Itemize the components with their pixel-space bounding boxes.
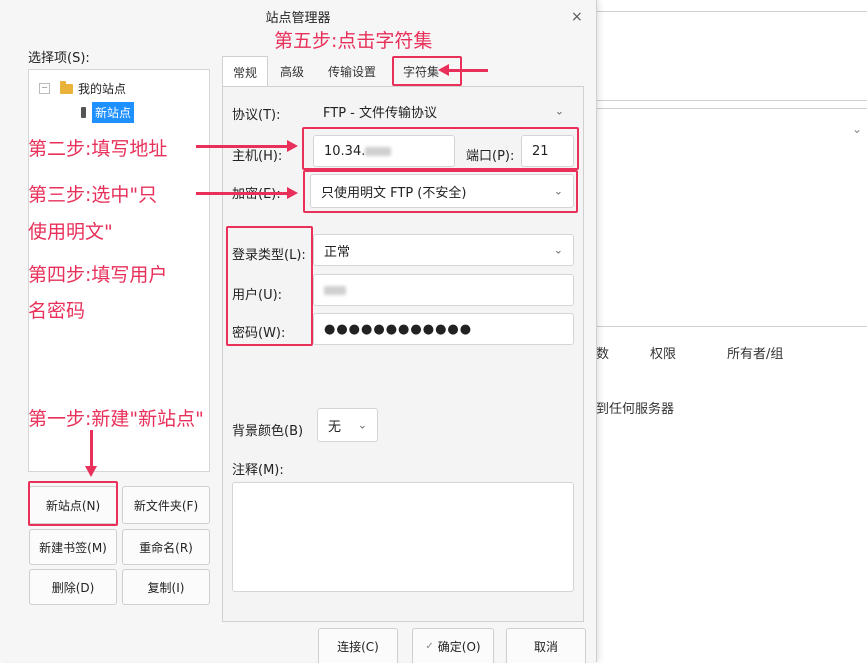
arrow-line	[448, 69, 488, 72]
arrow-line	[196, 192, 288, 195]
redacted-text	[324, 285, 346, 295]
annotation-step5: 第五步:点击字符集	[274, 30, 433, 52]
annotation-step3-line1: 第三步:选中"只	[28, 184, 158, 206]
arrow-right-icon	[287, 187, 298, 199]
password-value: ●●●●●●●●●●●●	[324, 321, 473, 337]
cancel-button[interactable]: 取消	[506, 628, 586, 663]
logon-type-value: 正常	[324, 244, 351, 260]
select-entry-label: 选择项(S):	[28, 51, 90, 66]
comments-label: 注释(M):	[232, 463, 284, 478]
comments-textarea[interactable]	[232, 482, 574, 592]
tab-transfer-settings[interactable]: 传输设置	[319, 56, 385, 86]
tree-item-label: 我的站点	[78, 82, 127, 96]
annotation-box-new-site	[28, 481, 118, 526]
new-folder-button[interactable]: 新文件夹(F)	[122, 486, 210, 524]
chevron-down-icon: ⌄	[357, 418, 367, 432]
bg-column-permissions[interactable]: 权限	[650, 343, 676, 362]
annotation-box-encryption	[303, 170, 578, 213]
tree-item-new-site[interactable]: 新站点	[81, 102, 135, 123]
copy-button[interactable]: 复制(I)	[122, 569, 210, 605]
annotation-step4-line1: 第四步:填写用户	[28, 264, 168, 286]
bg-divider	[596, 108, 867, 109]
tab-advanced[interactable]: 高级	[272, 56, 312, 86]
bg-column-owner[interactable]: 所有者/组	[727, 343, 783, 362]
tab-general[interactable]: 常规	[222, 56, 268, 87]
password-input[interactable]: ●●●●●●●●●●●●	[313, 313, 574, 345]
annotation-step2: 第二步:填写地址	[28, 138, 168, 160]
bg-column-partial: 数	[596, 347, 610, 362]
ok-label: 确定(O)	[437, 639, 481, 654]
new-bookmark-button[interactable]: 新建书签(M)	[29, 529, 117, 565]
arrow-left-icon	[438, 64, 449, 76]
arrow-line	[196, 145, 288, 148]
bg-color-label: 背景颜色(B)	[232, 424, 304, 439]
ok-button[interactable]: ✓ 确定(O)	[412, 628, 494, 663]
annotation-box-host	[302, 127, 579, 170]
bg-status-text: 到任何服务器	[596, 402, 675, 417]
connect-button[interactable]: 连接(C)	[318, 628, 398, 663]
dialog-title: 站点管理器	[265, 11, 331, 26]
annotation-step3-line2: 使用明文"	[28, 221, 113, 243]
server-icon	[81, 107, 86, 118]
bg-color-value: 无	[328, 419, 342, 435]
annotation-step4-line2: 名密码	[28, 300, 86, 322]
collapse-icon[interactable]: −	[39, 83, 50, 94]
rename-button[interactable]: 重命名(R)	[122, 529, 210, 565]
annotation-box-credentials	[226, 226, 313, 346]
bg-color-select[interactable]: 无 ⌄	[317, 408, 378, 442]
bg-divider	[596, 11, 867, 12]
folder-icon	[60, 80, 73, 94]
check-icon: ✓	[425, 640, 434, 652]
tree-item-my-sites[interactable]: − 我的站点	[39, 80, 126, 97]
tree-item-label: 新站点	[92, 102, 135, 123]
delete-button[interactable]: 删除(D)	[29, 569, 117, 605]
chevron-down-icon: ⌄	[554, 104, 564, 118]
bg-divider	[596, 326, 867, 327]
protocol-select[interactable]: FTP - 文件传输协议 ⌄	[313, 95, 574, 127]
bg-divider	[596, 100, 867, 101]
logon-type-select[interactable]: 正常 ⌄	[313, 234, 574, 266]
protocol-value: FTP - 文件传输协议	[323, 105, 437, 121]
protocol-label: 协议(T):	[232, 108, 281, 123]
chevron-down-icon: ⌄	[553, 243, 563, 257]
user-input[interactable]	[313, 274, 574, 306]
arrow-right-icon	[287, 140, 298, 152]
arrow-line	[90, 430, 93, 468]
annotation-step1: 第一步:新建"新站点"	[28, 408, 204, 430]
arrow-down-icon	[85, 466, 97, 477]
close-icon[interactable]: ×	[571, 9, 583, 25]
chevron-down-icon[interactable]: ⌄	[852, 122, 862, 136]
